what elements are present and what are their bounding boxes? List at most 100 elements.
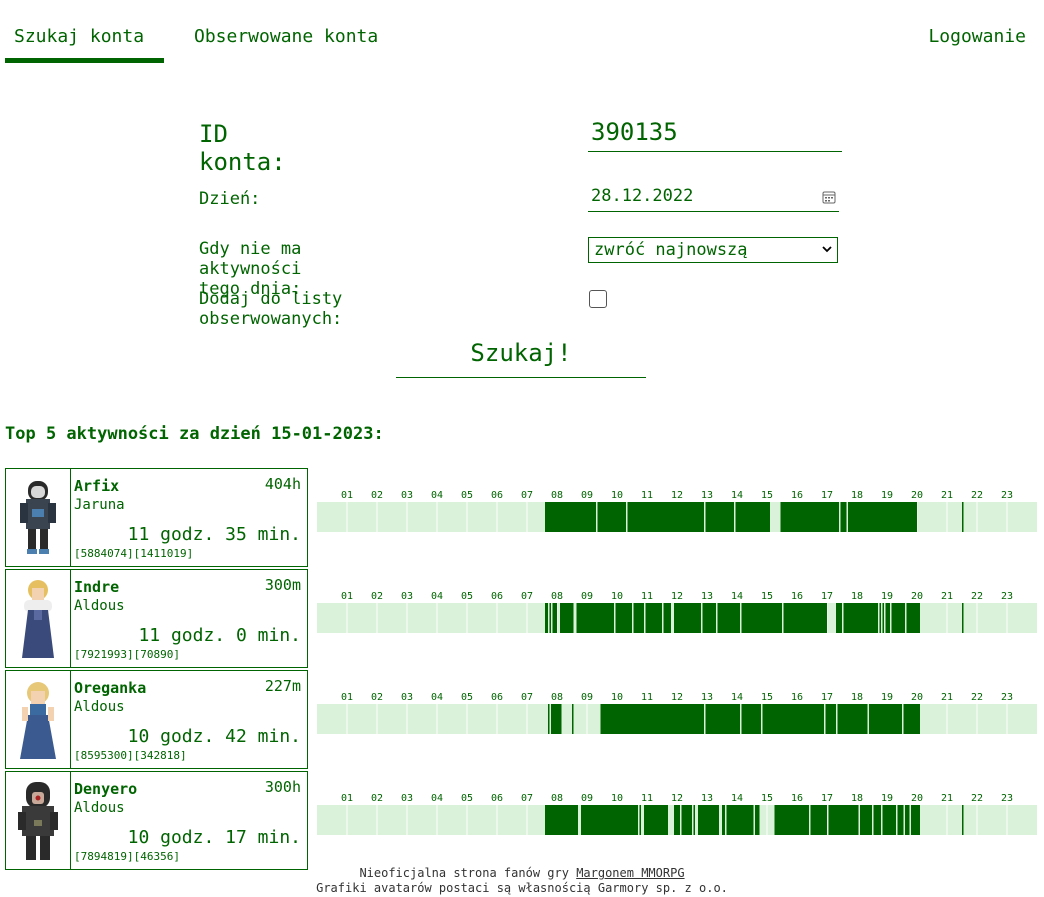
hour-label: 08 xyxy=(550,591,564,602)
hour-label: 09 xyxy=(580,490,594,501)
player-card[interactable]: Oreganka Aldous 227m 10 godz. 42 min. [85953… xyxy=(5,670,308,769)
activity-segment xyxy=(698,805,719,835)
hour-label: 11 xyxy=(640,793,654,804)
player-ids: [7894819][46356] xyxy=(74,850,180,863)
search-button[interactable]: Szukaj! xyxy=(396,336,646,378)
hour-label: 23 xyxy=(1000,591,1014,602)
activity-segment xyxy=(780,502,812,532)
margonem-link[interactable]: Margonem MMORPG xyxy=(576,866,684,880)
hour-label: 06 xyxy=(490,793,504,804)
hour-label: 10 xyxy=(610,793,624,804)
hour-label: 10 xyxy=(610,692,624,703)
player-duration: 11 godz. 35 min. xyxy=(127,524,301,545)
watch-checkbox[interactable] xyxy=(589,290,607,308)
hour-label: 17 xyxy=(820,591,834,602)
activity-segment xyxy=(848,502,887,532)
calendar-icon[interactable] xyxy=(822,190,836,204)
activity-bar xyxy=(317,704,1037,734)
activity-timeline: 01 02 03 04 05 06 07 08 09 10 11 12 13 14 15 16 17 18 19 20… xyxy=(317,771,1037,869)
hour-label: 17 xyxy=(820,490,834,501)
hour-label: 14 xyxy=(730,692,744,703)
activity-segment xyxy=(887,502,917,532)
player-name[interactable]: Oreganka xyxy=(74,679,146,697)
player-ids: [8595300][342818] xyxy=(74,749,187,762)
player-card[interactable]: Denyero Aldous 300h 10 godz. 17 min. [789481… xyxy=(5,771,308,870)
hour-label: 20 xyxy=(910,490,924,501)
activity-segment xyxy=(860,805,872,835)
player-card[interactable]: Indre Aldous 300m 11 godz. 0 min. [7921993][… xyxy=(5,569,308,668)
hour-label: 16 xyxy=(790,793,804,804)
activity-segment xyxy=(837,704,868,734)
hour-label: 13 xyxy=(700,692,714,703)
hour-label: 09 xyxy=(580,692,594,703)
activity-segment xyxy=(879,603,881,633)
activity-timeline: 01 02 03 04 05 06 07 08 09 10 11 12 13 14 15 16 17 18 19 20… xyxy=(317,468,1037,566)
activity-segment xyxy=(551,704,562,734)
account-id-label: ID konta: xyxy=(199,120,286,176)
activity-segment xyxy=(962,603,964,633)
hour-label: 18 xyxy=(850,591,864,602)
account-id-input[interactable]: 390135 xyxy=(588,118,842,152)
hour-label: 23 xyxy=(1000,692,1014,703)
no-activity-selected-value: zwróć najnowszą xyxy=(594,240,748,260)
hour-label: 11 xyxy=(640,591,654,602)
active-tab-indicator xyxy=(5,58,164,63)
player-world: Aldous xyxy=(74,699,125,715)
player-name[interactable]: Arfix xyxy=(74,477,119,495)
activity-segment xyxy=(645,603,662,633)
hour-label: 07 xyxy=(520,490,534,501)
activity-segment xyxy=(903,704,920,734)
player-name[interactable]: Indre xyxy=(74,578,119,596)
hour-label: 22 xyxy=(970,793,984,804)
hour-label: 18 xyxy=(850,793,864,804)
hour-label: 19 xyxy=(880,692,894,703)
hour-label: 20 xyxy=(910,591,924,602)
hour-label: 08 xyxy=(550,490,564,501)
player-avatar xyxy=(6,772,71,869)
hour-label: 02 xyxy=(370,692,384,703)
hour-label: 01 xyxy=(340,793,354,804)
hour-label: 08 xyxy=(550,692,564,703)
day-date-value: 28.12.2022 xyxy=(591,186,694,206)
activity-segment xyxy=(869,704,902,734)
player-avatar xyxy=(6,671,71,768)
player-level: 300m xyxy=(264,576,301,594)
activity-segment xyxy=(581,805,638,835)
activity-segment xyxy=(633,603,644,633)
player-ids: [5884074][1411019] xyxy=(74,547,194,560)
activity-segment xyxy=(825,704,836,734)
hour-label: 17 xyxy=(820,793,834,804)
player-name[interactable]: Denyero xyxy=(74,780,137,798)
activity-segment xyxy=(597,502,626,532)
hour-label: 08 xyxy=(550,793,564,804)
hour-label: 06 xyxy=(490,591,504,602)
activity-segment xyxy=(735,502,770,532)
activity-segment xyxy=(674,805,680,835)
footer: Nieoficjalna strona fanów gry Margonem M… xyxy=(0,866,1044,896)
player-world: Aldous xyxy=(74,598,125,614)
activity-segment xyxy=(615,603,632,633)
activity-segment xyxy=(962,502,964,532)
player-card[interactable]: Arfix Jaruna 404h 11 godz. 35 min. [5884074]… xyxy=(5,468,308,567)
hour-label: 13 xyxy=(700,591,714,602)
player-world: Jaruna xyxy=(74,497,125,513)
activity-timeline: 01 02 03 04 05 06 07 08 09 10 11 12 13 14 15 16 17 18 19 20… xyxy=(317,670,1037,768)
tab-watched-accounts[interactable]: Obserwowane konta xyxy=(194,26,378,47)
activity-bar xyxy=(317,805,1037,835)
watch-label: Dodaj do listy obserwowanych: xyxy=(199,289,343,329)
activity-segment xyxy=(647,502,704,532)
activity-segment xyxy=(545,502,557,532)
activity-segment xyxy=(705,502,734,532)
no-activity-select[interactable]: zwróć najnowszą xyxy=(588,237,838,263)
activity-bar xyxy=(317,502,1037,532)
day-date-input[interactable]: 28.12.2022 xyxy=(588,186,839,212)
activity-segment xyxy=(891,603,905,633)
activity-timeline: 01 02 03 04 05 06 07 08 09 10 11 12 13 14 15 16 17 18 19 20… xyxy=(317,569,1037,667)
hour-label: 14 xyxy=(730,793,744,804)
tab-search-account[interactable]: Szukaj konta xyxy=(14,26,144,47)
top-activity-title: Top 5 aktywności za dzień 15-01-2023: xyxy=(5,424,384,444)
hour-label: 09 xyxy=(580,793,594,804)
activity-segment xyxy=(828,805,859,835)
activity-segment xyxy=(836,603,842,633)
login-link[interactable]: Logowanie xyxy=(928,26,1026,47)
